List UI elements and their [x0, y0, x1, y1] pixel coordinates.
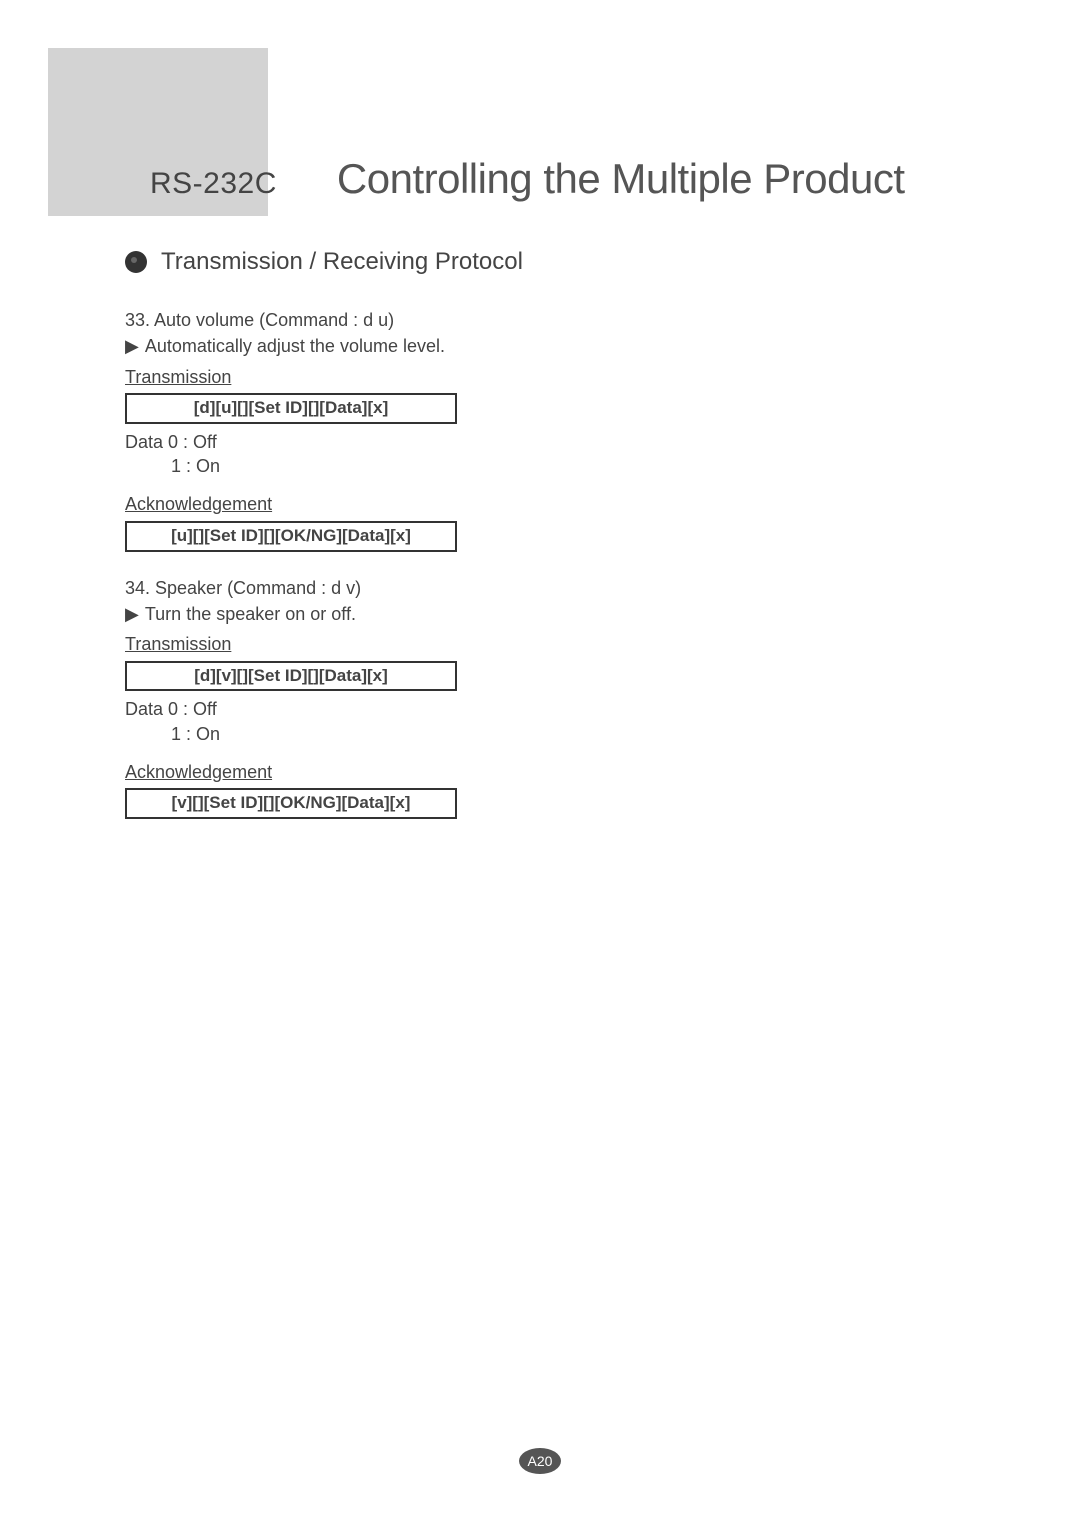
page-number: A20: [519, 1448, 561, 1474]
arrow-icon: ▶: [125, 334, 139, 358]
acknowledgement-protocol-box: [v][][Set ID][][OK/NG][Data][x]: [125, 788, 457, 819]
command-description: ▶ Automatically adjust the volume level.: [125, 334, 925, 358]
acknowledgement-label: Acknowledgement: [125, 492, 925, 516]
transmission-protocol-box: [d][u][][Set ID][][Data][x]: [125, 393, 457, 424]
header-label: RS-232C: [150, 167, 277, 201]
description-text: Automatically adjust the volume level.: [145, 336, 445, 356]
page-header: RS-232C Controlling the Multiple Product: [150, 155, 1020, 203]
command-title: 33. Auto volume (Command : d u): [125, 308, 925, 332]
transmission-label: Transmission: [125, 632, 925, 656]
command-description: ▶ Turn the speaker on or off.: [125, 602, 925, 626]
section-header: Transmission / Receiving Protocol: [125, 248, 523, 276]
transmission-label: Transmission: [125, 365, 925, 389]
transmission-protocol-box: [d][v][][Set ID][][Data][x]: [125, 661, 457, 692]
page-number-container: A20: [519, 1448, 561, 1474]
data-line: 1 : On: [125, 722, 925, 746]
bullet-icon: [125, 251, 147, 273]
section-title: Transmission / Receiving Protocol: [161, 248, 523, 276]
description-text: Turn the speaker on or off.: [145, 604, 356, 624]
arrow-icon: ▶: [125, 602, 139, 626]
data-line: Data 0 : Off: [125, 697, 925, 721]
data-line: 1 : On: [125, 454, 925, 478]
content-area: 33. Auto volume (Command : d u) ▶ Automat…: [125, 308, 925, 843]
acknowledgement-protocol-box: [u][][Set ID][][OK/NG][Data][x]: [125, 521, 457, 552]
header-title: Controlling the Multiple Product: [337, 155, 905, 203]
acknowledgement-label: Acknowledgement: [125, 760, 925, 784]
data-line: Data 0 : Off: [125, 430, 925, 454]
command-block-34: 34. Speaker (Command : d v) ▶ Turn the sp…: [125, 576, 925, 820]
command-title: 34. Speaker (Command : d v): [125, 576, 925, 600]
command-block-33: 33. Auto volume (Command : d u) ▶ Automat…: [125, 308, 925, 552]
